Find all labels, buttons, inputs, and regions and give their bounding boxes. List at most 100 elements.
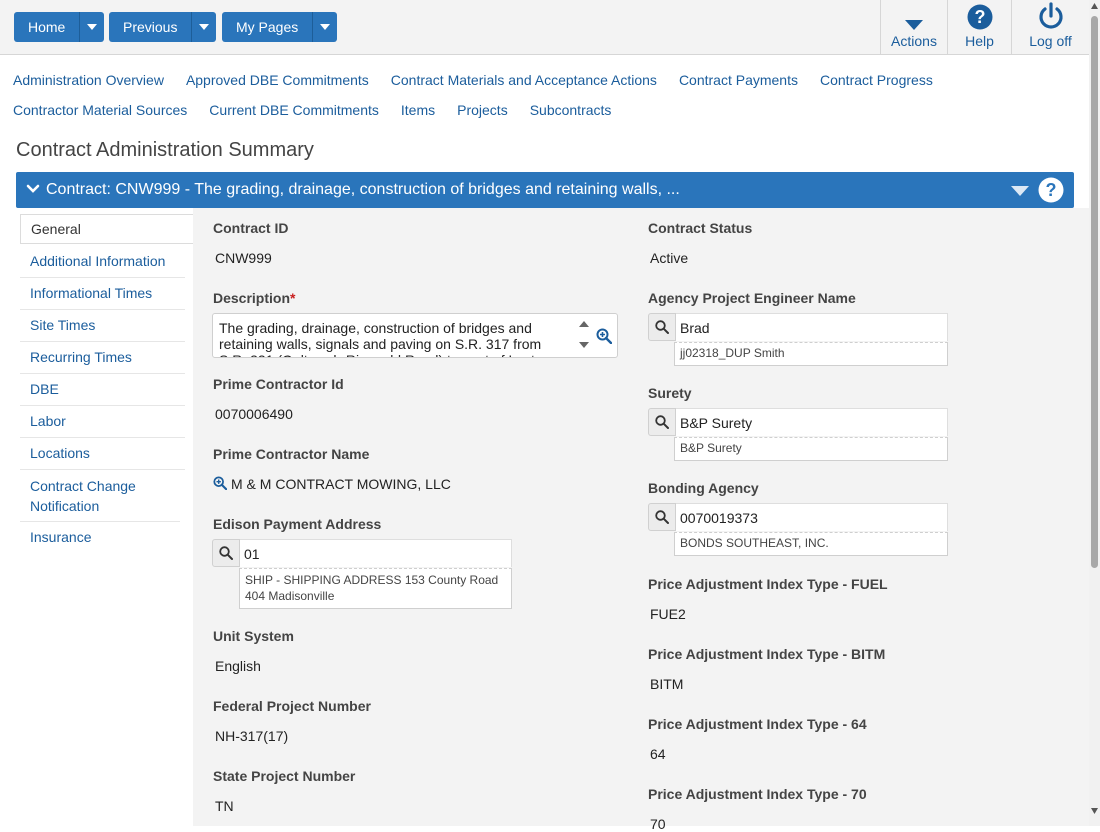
caret-down-icon xyxy=(905,20,923,30)
link-contract-payments[interactable]: Contract Payments xyxy=(679,72,798,88)
prime-contractor-id-value: 0070006490 xyxy=(215,406,293,422)
chevron-down-icon xyxy=(320,24,331,30)
engineer-lookup[interactable]: Brad xyxy=(648,313,948,343)
nav-dbe[interactable]: DBE xyxy=(20,374,185,406)
price-adj-bitm-label: Price Adjustment Index Type - BITM xyxy=(648,646,886,662)
engineer-label: Agency Project Engineer Name xyxy=(648,290,856,306)
federal-project-number-value: NH-317(17) xyxy=(215,728,289,744)
help-button[interactable]: ? Help xyxy=(947,0,1011,55)
engineer-search-button[interactable] xyxy=(648,313,676,341)
quick-links-row-1: Administration Overview Approved DBE Com… xyxy=(13,72,955,88)
page-scrollbar[interactable] xyxy=(1089,0,1100,826)
link-current-dbe-commitments[interactable]: Current DBE Commitments xyxy=(209,102,379,118)
previous-dropdown-caret[interactable] xyxy=(192,12,217,42)
bonding-agency-label: Bonding Agency xyxy=(648,480,759,496)
surety-description: B&P Surety xyxy=(674,437,948,461)
engineer-input[interactable]: Brad xyxy=(676,313,948,341)
logoff-label: Log off xyxy=(1029,33,1072,49)
edison-search-button[interactable] xyxy=(212,539,240,567)
price-adj-70-label: Price Adjustment Index Type - 70 xyxy=(648,786,867,802)
description-textarea[interactable]: The grading, drainage, construction of b… xyxy=(212,313,618,358)
bonding-agency-lookup[interactable]: 0070019373 xyxy=(648,503,948,533)
scroll-up-icon[interactable] xyxy=(1091,3,1098,9)
nav-informational-times[interactable]: Informational Times xyxy=(20,278,185,310)
nav-additional-information[interactable]: Additional Information xyxy=(20,246,185,278)
my-pages-button[interactable]: My Pages xyxy=(222,12,314,42)
surety-input[interactable]: B&P Surety xyxy=(676,408,948,436)
previous-split-button[interactable]: Previous xyxy=(109,12,217,42)
nav-recurring-times[interactable]: Recurring Times xyxy=(20,342,185,374)
actions-label: Actions xyxy=(891,33,937,49)
chevron-down-icon xyxy=(199,24,210,30)
state-project-number-label: State Project Number xyxy=(213,768,356,784)
scroll-down-icon[interactable] xyxy=(1091,808,1098,814)
link-contractor-material-sources[interactable]: Contractor Material Sources xyxy=(13,102,187,118)
unit-system-value: English xyxy=(215,658,261,674)
home-split-button[interactable]: Home xyxy=(14,12,105,42)
help-icon: ? xyxy=(967,4,992,30)
unit-system-label: Unit System xyxy=(213,628,294,644)
price-adj-fuel-value: FUE2 xyxy=(650,606,686,622)
scrollbar-thumb[interactable] xyxy=(1091,16,1098,568)
price-adj-fuel-label: Price Adjustment Index Type - FUEL xyxy=(648,576,888,592)
nav-insurance[interactable]: Insurance xyxy=(20,522,185,554)
surety-label: Surety xyxy=(648,385,692,401)
edison-payment-lookup[interactable]: 01 xyxy=(212,539,512,569)
textarea-scroll-arrows[interactable] xyxy=(578,318,590,352)
link-approved-dbe-commitments[interactable]: Approved DBE Commitments xyxy=(186,72,369,88)
search-icon xyxy=(655,415,669,429)
actions-menu[interactable]: Actions xyxy=(880,0,947,55)
nav-locations[interactable]: Locations xyxy=(20,438,185,470)
chevron-down-icon[interactable] xyxy=(26,182,40,196)
price-adj-64-label: Price Adjustment Index Type - 64 xyxy=(648,716,867,732)
link-administration-overview[interactable]: Administration Overview xyxy=(13,72,164,88)
price-adj-64-value: 64 xyxy=(650,746,666,762)
link-projects[interactable]: Projects xyxy=(457,102,508,118)
link-subcontracts[interactable]: Subcontracts xyxy=(530,102,612,118)
nav-general[interactable]: General xyxy=(20,214,194,244)
prime-contractor-name-label: Prime Contractor Name xyxy=(213,446,370,462)
my-pages-split-button[interactable]: My Pages xyxy=(222,12,338,42)
search-icon xyxy=(219,546,233,560)
price-adj-70-value: 70 xyxy=(650,816,666,832)
bonding-search-button[interactable] xyxy=(648,503,676,531)
nav-site-times[interactable]: Site Times xyxy=(20,310,185,342)
surety-lookup[interactable]: B&P Surety xyxy=(648,408,948,438)
contract-panel-title: Contract: CNW999 - The grading, drainage… xyxy=(46,181,680,198)
contract-panel-header[interactable]: Contract: CNW999 - The grading, drainage… xyxy=(16,172,1074,208)
quick-links-row-2: Contractor Material Sources Current DBE … xyxy=(13,102,633,118)
logoff-button[interactable]: Log off xyxy=(1011,0,1089,55)
panel-menu-caret-icon[interactable] xyxy=(1011,186,1029,196)
svg-text:?: ? xyxy=(1046,180,1057,200)
engineer-description: jj02318_DUP Smith xyxy=(674,342,948,366)
home-button[interactable]: Home xyxy=(14,12,81,42)
required-mark: * xyxy=(290,290,296,306)
description-label-text: Description xyxy=(213,290,291,306)
description-text[interactable]: The grading, drainage, construction of b… xyxy=(219,320,559,357)
nav-labor[interactable]: Labor xyxy=(20,406,185,438)
link-contract-progress[interactable]: Contract Progress xyxy=(820,72,933,88)
top-toolbar: Home Previous My Pages Actions ? Help Lo… xyxy=(0,0,1089,55)
state-project-number-value: TN xyxy=(215,798,234,814)
link-contract-materials[interactable]: Contract Materials and Acceptance Action… xyxy=(391,72,657,88)
panel-help-icon[interactable]: ? xyxy=(1038,177,1064,203)
nav-contract-change-notification[interactable]: Contract Change Notification xyxy=(20,470,180,522)
edison-payment-description: SHIP - SHIPPING ADDRESS 153 County Road … xyxy=(239,568,512,609)
section-nav: General Additional Information Informati… xyxy=(0,208,194,826)
link-items[interactable]: Items xyxy=(401,102,435,118)
edison-payment-address-label: Edison Payment Address xyxy=(213,516,382,532)
edison-payment-input[interactable]: 01 xyxy=(240,539,512,567)
prime-contractor-id-label: Prime Contractor Id xyxy=(213,376,344,392)
my-pages-dropdown-caret[interactable] xyxy=(313,12,338,42)
contract-status-label: Contract Status xyxy=(648,220,753,236)
help-label: Help xyxy=(965,33,994,49)
previous-button[interactable]: Previous xyxy=(109,12,193,42)
surety-search-button[interactable] xyxy=(648,408,676,436)
bonding-agency-input[interactable]: 0070019373 xyxy=(676,503,948,531)
description-label: Description* xyxy=(213,290,295,306)
zoom-icon[interactable] xyxy=(596,328,612,344)
home-dropdown-caret[interactable] xyxy=(80,12,105,42)
chevron-down-icon xyxy=(87,24,98,30)
price-adj-bitm-value: BITM xyxy=(650,676,684,692)
zoom-icon[interactable] xyxy=(213,476,227,490)
